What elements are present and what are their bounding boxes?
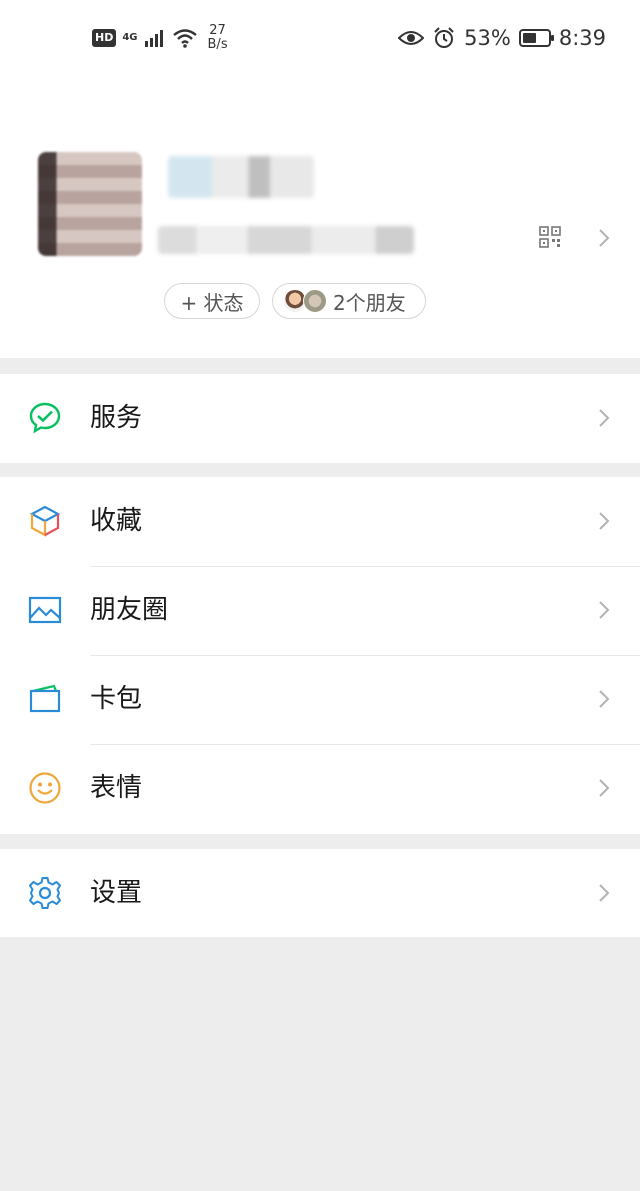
card-wallet-icon xyxy=(29,684,61,713)
battery-percent: 53% xyxy=(464,26,511,50)
services-label: 服务 xyxy=(90,403,143,433)
menu-item-moments[interactable]: 朋友圈 xyxy=(0,566,640,655)
wechat-id-blurred xyxy=(158,226,414,254)
net-speed: 27 B/s xyxy=(208,24,228,52)
nickname-blurred xyxy=(168,156,314,198)
chevron-right-icon xyxy=(599,779,610,797)
net-speed-unit: B/s xyxy=(207,37,228,52)
cube-icon xyxy=(29,505,61,537)
chevron-right-icon xyxy=(599,690,610,708)
wechat-pay-icon xyxy=(29,402,61,434)
eye-icon xyxy=(398,31,425,45)
menu-item-favorites[interactable]: 收藏 xyxy=(0,477,640,566)
settings-section: 设置 xyxy=(0,849,640,937)
friends-status-button[interactable]: 2个朋友 xyxy=(272,283,426,319)
picture-icon xyxy=(28,596,62,624)
avatar[interactable] xyxy=(38,152,142,256)
network-type: 4G xyxy=(122,32,138,43)
signal-icon xyxy=(144,30,163,47)
main-menu-section: 收藏 朋友圈 卡包 表情 xyxy=(0,477,640,834)
menu-item-settings[interactable]: 设置 xyxy=(0,849,640,938)
smiley-icon xyxy=(29,772,61,804)
chevron-right-icon xyxy=(599,601,610,619)
clock: 8:39 xyxy=(558,26,606,50)
chevron-right-icon xyxy=(599,512,610,530)
wifi-icon xyxy=(172,29,197,48)
net-speed-value: 27 xyxy=(209,23,226,38)
menu-item-services[interactable]: 服务 xyxy=(0,374,640,463)
chevron-right-icon xyxy=(599,884,610,902)
hd-badge: HD xyxy=(92,29,117,47)
moments-label: 朋友圈 xyxy=(90,595,169,625)
cards-label: 卡包 xyxy=(90,684,143,714)
chevron-right-icon xyxy=(599,409,610,427)
status-bar: HD 4G 27 B/s 53% 8:39 xyxy=(0,0,640,76)
menu-item-cards[interactable]: 卡包 xyxy=(0,655,640,744)
gear-icon xyxy=(29,877,61,909)
battery-icon xyxy=(518,29,554,47)
battery-fill xyxy=(522,33,536,43)
profile-chevron-icon xyxy=(599,229,610,247)
add-status-label: + 状态 xyxy=(180,290,244,315)
settings-label: 设置 xyxy=(90,878,143,908)
status-right: 53% 8:39 xyxy=(398,22,606,54)
qr-code-icon[interactable] xyxy=(539,226,561,248)
add-status-button[interactable]: + 状态 xyxy=(164,283,260,319)
menu-item-stickers[interactable]: 表情 xyxy=(0,744,640,833)
friend-avatar xyxy=(303,289,327,313)
favorites-label: 收藏 xyxy=(90,506,143,536)
alarm-icon xyxy=(434,27,454,48)
services-section: 服务 xyxy=(0,374,640,463)
status-left: HD 4G 27 B/s xyxy=(92,20,228,56)
stickers-label: 表情 xyxy=(90,773,143,803)
profile-card[interactable]: + 状态 2个朋友 xyxy=(0,76,640,358)
friends-label: 2个朋友 xyxy=(333,290,406,315)
